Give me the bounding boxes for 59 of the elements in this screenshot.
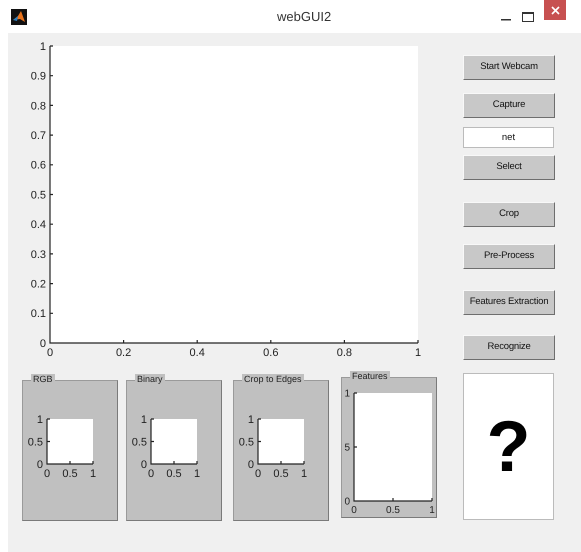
tick-label: 0 <box>36 458 43 471</box>
panel-title: Binary <box>135 374 165 385</box>
tick-label: 0.8 <box>30 100 46 112</box>
tick-label: 0.5 <box>62 468 78 480</box>
action-button[interactable]: Crop <box>463 202 555 227</box>
tick-label: 0.3 <box>30 248 46 261</box>
tick-label: 0.9 <box>30 70 46 83</box>
tick-label: 0 <box>344 496 350 508</box>
tick-label: 0.7 <box>30 130 46 142</box>
tick-label: 0 <box>248 458 254 471</box>
action-button[interactable]: Select <box>463 155 555 180</box>
action-button[interactable]: Features Extraction <box>463 290 555 315</box>
tick-label: 0 <box>44 468 50 480</box>
tick-label: 0.2 <box>30 278 46 290</box>
tick-label: 0 <box>40 338 46 350</box>
tick-label: 0.5 <box>238 436 254 448</box>
tick-label: 1 <box>300 468 308 480</box>
tick-label: 0 <box>46 347 54 359</box>
tick-label: 0.1 <box>30 308 46 320</box>
tick-label: 1 <box>194 468 200 480</box>
panel-title: Features <box>350 371 390 382</box>
tick-label: 0.4 <box>190 347 205 359</box>
tick-label: 5 <box>344 442 350 454</box>
text-field[interactable]: net <box>463 127 554 148</box>
result-text: ? <box>486 410 530 482</box>
tick-label: 1 <box>36 414 43 426</box>
tick-label: 0.5 <box>166 468 182 480</box>
panel-title: Crop to Edges <box>242 374 304 385</box>
panel-title: RGB <box>31 374 55 385</box>
tick-label: 0.2 <box>116 347 132 359</box>
tick-label: 0.6 <box>263 347 278 359</box>
tick-label: 1 <box>248 414 254 426</box>
tick-label: 0.8 <box>336 347 352 359</box>
tick-label: 1 <box>414 347 422 359</box>
app-icon <box>11 8 27 24</box>
close-button[interactable] <box>544 0 566 20</box>
action-button[interactable]: Start Webcam <box>463 55 555 80</box>
action-button[interactable]: Pre-Process <box>463 244 555 269</box>
maximize-icon[interactable] <box>522 10 534 22</box>
tick-label: 0.5 <box>132 436 147 448</box>
tick-label: 1 <box>40 40 46 53</box>
tick-label: 0.5 <box>28 436 43 448</box>
tick-label: 0.5 <box>273 468 289 480</box>
tick-label: 1 <box>344 388 350 400</box>
tick-label: 0.5 <box>386 505 400 516</box>
close-icon <box>550 6 560 14</box>
tick-label: 0.6 <box>30 160 46 172</box>
tick-label: 0 <box>148 468 154 480</box>
action-button[interactable]: Recognize <box>463 335 555 360</box>
tick-label: 1 <box>140 414 147 426</box>
tick-label: 0 <box>351 505 357 516</box>
tick-label: 0 <box>254 468 262 480</box>
tick-label: 1 <box>90 468 96 480</box>
action-button[interactable]: Capture <box>463 93 555 118</box>
tick-label: 0.5 <box>30 189 46 202</box>
tick-label: 1 <box>429 505 435 516</box>
window-title: webGUI2 <box>277 8 332 26</box>
tick-label: 0.4 <box>30 219 46 232</box>
tick-label: 0 <box>140 458 147 471</box>
